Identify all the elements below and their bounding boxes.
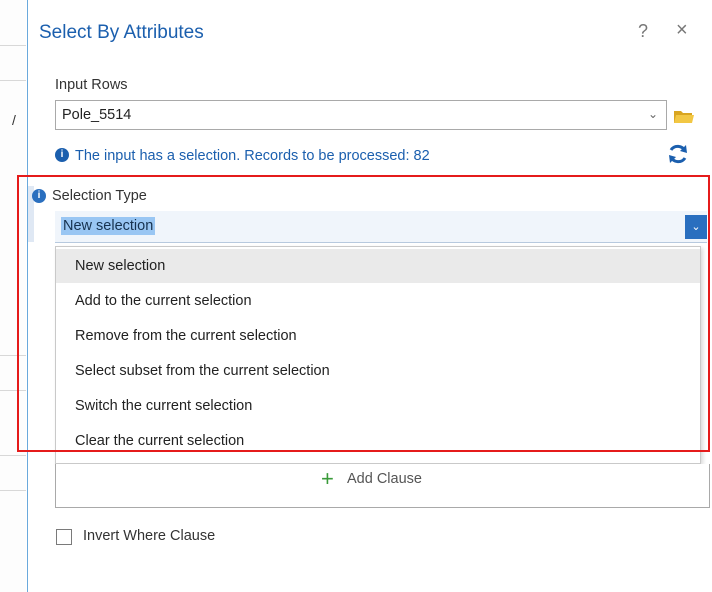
add-clause-label: Add Clause <box>347 471 422 487</box>
folder-icon[interactable] <box>673 108 695 124</box>
info-icon: i <box>55 148 69 163</box>
background-divider <box>0 490 26 491</box>
selection-type-label: Selection Type <box>52 188 147 204</box>
selection-type-combo[interactable]: New selection ⌄ <box>55 211 707 243</box>
close-icon[interactable]: × <box>676 19 688 42</box>
background-glyph: / <box>12 112 16 128</box>
help-icon[interactable]: ? <box>638 21 648 42</box>
dropdown-option-subset[interactable]: Select subset from the current selection <box>56 354 700 388</box>
dropdown-option-remove[interactable]: Remove from the current selection <box>56 319 700 353</box>
invert-where-clause-label: Invert Where Clause <box>83 528 216 544</box>
input-rows-value: Pole_5514 <box>62 107 132 123</box>
dropdown-option-clear[interactable]: Clear the current selection <box>56 424 700 458</box>
background-divider <box>0 80 26 81</box>
dropdown-option-switch[interactable]: Switch the current selection <box>56 389 700 423</box>
info-message-text: The input has a selection. Records to be… <box>75 148 430 164</box>
input-rows-label: Input Rows <box>55 77 128 93</box>
invert-where-clause-checkbox[interactable] <box>56 529 72 545</box>
refresh-icon[interactable] <box>666 142 690 166</box>
add-clause-button[interactable]: + Add Clause <box>55 464 710 508</box>
background-divider <box>0 455 26 456</box>
dialog-title: Select By Attributes <box>39 22 204 43</box>
chevron-down-icon[interactable]: ⌄ <box>648 107 658 121</box>
dropdown-option-add[interactable]: Add to the current selection <box>56 284 700 318</box>
selection-type-dropdown: New selection Add to the current selecti… <box>55 246 701 464</box>
background-panel: / <box>0 0 26 592</box>
background-divider <box>0 45 26 46</box>
info-icon[interactable]: i <box>32 189 46 203</box>
dropdown-option-new-selection[interactable]: New selection <box>56 249 700 283</box>
plus-icon: + <box>321 466 334 491</box>
select-by-attributes-dialog: Select By Attributes ? × Input Rows Pole… <box>27 0 712 592</box>
input-rows-combo[interactable]: Pole_5514 ⌄ <box>55 100 667 130</box>
background-divider <box>0 355 26 356</box>
selection-info-message: i The input has a selection. Records to b… <box>55 148 430 164</box>
chevron-down-icon[interactable]: ⌄ <box>685 215 707 239</box>
selection-type-value: New selection <box>61 217 156 235</box>
background-divider <box>0 390 26 391</box>
